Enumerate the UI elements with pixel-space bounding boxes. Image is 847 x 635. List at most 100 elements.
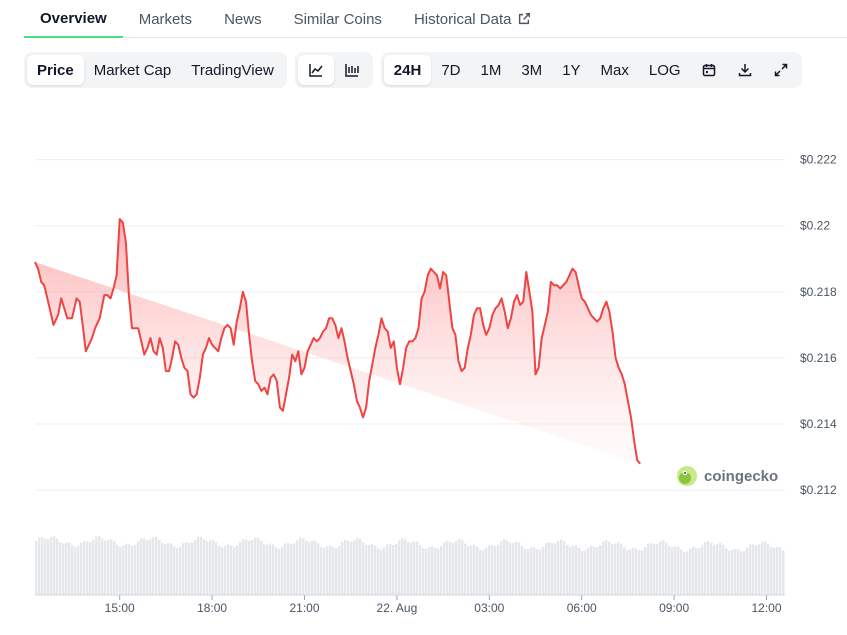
volume-bar — [530, 547, 533, 595]
volume-bar — [332, 546, 335, 595]
candlestick-button[interactable] — [334, 55, 370, 85]
volume-bar — [590, 545, 593, 595]
x-tick-label: 15:00 — [105, 601, 135, 615]
volume-bar — [395, 544, 398, 595]
volume-bar — [86, 541, 89, 595]
download-icon — [738, 64, 751, 77]
volume-bar — [773, 547, 776, 595]
volume-bar — [461, 539, 464, 595]
volume-bar — [41, 537, 44, 595]
volume-bar — [617, 542, 620, 595]
x-tick-label: 22. Aug — [377, 601, 418, 615]
download-button[interactable] — [727, 55, 763, 85]
volume-bar — [509, 542, 512, 595]
volume-bar — [89, 541, 92, 595]
volume-bar — [134, 544, 137, 595]
tab-overview[interactable]: Overview — [24, 0, 123, 38]
tab-similar-coins[interactable]: Similar Coins — [278, 0, 398, 38]
volume-bar — [554, 543, 557, 595]
volume-bar — [152, 537, 155, 595]
volume-bar — [776, 546, 779, 595]
x-tick-label: 18:00 — [197, 601, 227, 615]
volume-bar — [704, 541, 707, 595]
volume-bar — [518, 542, 521, 595]
volume-bar — [281, 546, 284, 595]
volume-bar — [359, 538, 362, 595]
y-tick-label: $0.218 — [800, 285, 837, 299]
volume-bar — [572, 545, 575, 595]
market-cap-button[interactable]: Market Cap — [84, 55, 182, 85]
volume-bar — [362, 542, 365, 595]
calendar-button[interactable] — [691, 55, 727, 85]
fullscreen-button[interactable] — [763, 55, 799, 85]
volume-bar — [203, 539, 206, 595]
range-max-button[interactable]: Max — [591, 55, 639, 85]
volume-bar — [95, 536, 98, 595]
volume-bar — [407, 541, 410, 595]
volume-bar — [707, 541, 710, 595]
volume-bar — [668, 545, 671, 595]
volume-bar — [104, 540, 107, 595]
volume-bar — [665, 542, 668, 595]
volume-bar — [53, 535, 56, 595]
volume-bar — [413, 541, 416, 595]
chart-style-group — [294, 52, 373, 88]
volume-bar — [626, 550, 629, 595]
volume-bar — [440, 546, 443, 595]
log-scale-button[interactable]: LOG — [639, 55, 691, 85]
coingecko-watermark: coingecko — [676, 465, 778, 487]
volume-bar — [428, 546, 431, 595]
volume-bar — [182, 543, 185, 595]
tab-overview-label: Overview — [40, 9, 107, 27]
external-link-icon — [519, 13, 531, 25]
volume-bar — [761, 541, 764, 595]
range-7d-button[interactable]: 7D — [431, 55, 470, 85]
volume-bar — [500, 540, 503, 595]
volume-bar — [251, 539, 254, 595]
volume-bar — [602, 541, 605, 595]
volume-bar — [149, 539, 152, 595]
volume-bar — [473, 544, 476, 595]
volume-bar — [539, 549, 542, 595]
volume-bar — [311, 540, 314, 595]
price-chart[interactable]: $0.222 $0.22 $0.218 $0.216 $0.214 $0.212 15:0… — [0, 100, 847, 635]
volume-bar — [158, 539, 161, 595]
line-chart-button[interactable] — [297, 55, 334, 85]
volume-bar — [59, 542, 62, 595]
range-3m-button[interactable]: 3M — [511, 55, 552, 85]
price-button[interactable]: Price — [27, 55, 84, 85]
volume-bar — [533, 547, 536, 595]
y-tick-label: $0.222 — [800, 153, 837, 167]
watermark-text: coingecko — [704, 467, 779, 485]
volume-bar — [767, 543, 770, 595]
x-tick-label: 21:00 — [289, 601, 319, 615]
range-1y-button[interactable]: 1Y — [552, 55, 590, 85]
volume-bar — [698, 547, 701, 595]
range-24h-button[interactable]: 24H — [383, 55, 432, 85]
range-1m-button[interactable]: 1M — [471, 55, 512, 85]
volume-bar — [425, 548, 428, 595]
tab-news[interactable]: News — [208, 0, 278, 38]
volume-bar — [734, 548, 737, 595]
tab-historical-data[interactable]: Historical Data — [398, 0, 548, 38]
volume-bar — [380, 549, 383, 595]
fullscreen-icon — [774, 63, 787, 77]
volume-bar — [167, 543, 170, 595]
volume-bar — [596, 547, 599, 595]
volume-bar — [284, 543, 287, 595]
volume-bar — [743, 550, 746, 595]
tab-historical-data-label: Historical Data — [413, 10, 512, 28]
volume-bar — [221, 547, 224, 595]
tab-markets[interactable]: Markets — [123, 0, 208, 38]
volume-bar — [185, 541, 188, 595]
volume-bar — [578, 548, 581, 595]
volume-bar — [521, 546, 524, 595]
volume-bar — [512, 542, 515, 595]
volume-bar — [680, 549, 683, 595]
tradingview-button[interactable]: TradingView — [181, 55, 284, 85]
volume-bar — [467, 545, 470, 595]
volume-bar — [419, 544, 422, 595]
x-tick-label: 03:00 — [474, 601, 504, 615]
volume-bar — [716, 543, 719, 595]
volume-bar — [416, 541, 419, 595]
